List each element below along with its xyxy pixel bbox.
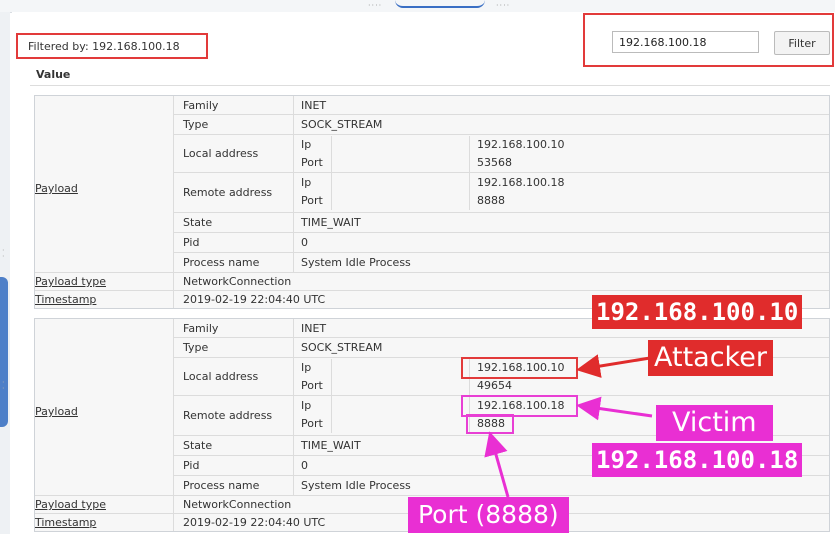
- attacker-label-callout: Attacker: [648, 340, 773, 376]
- port-callout: Port (8888): [408, 497, 569, 533]
- port-arrow: [484, 431, 510, 498]
- victim-label-callout: Victim: [656, 405, 773, 441]
- victim-ip-callout: 192.168.100.18: [592, 443, 803, 477]
- attacker-arrow: [576, 354, 651, 378]
- attacker-ip-callout: 192.168.100.10: [592, 295, 803, 329]
- victim-arrow: [576, 396, 653, 421]
